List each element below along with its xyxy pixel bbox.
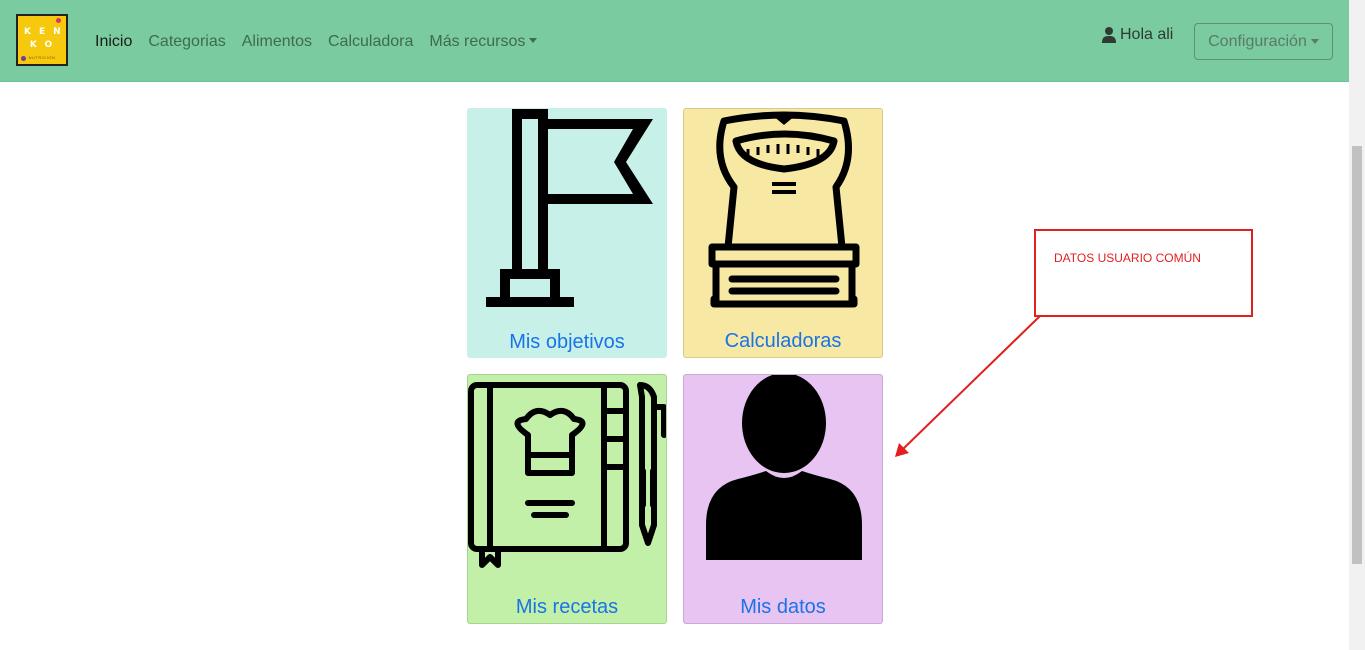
- scrollbar-thumb[interactable]: [1352, 146, 1362, 564]
- annotation-arrow: [895, 315, 1041, 457]
- vertical-scrollbar[interactable]: [1349, 0, 1365, 650]
